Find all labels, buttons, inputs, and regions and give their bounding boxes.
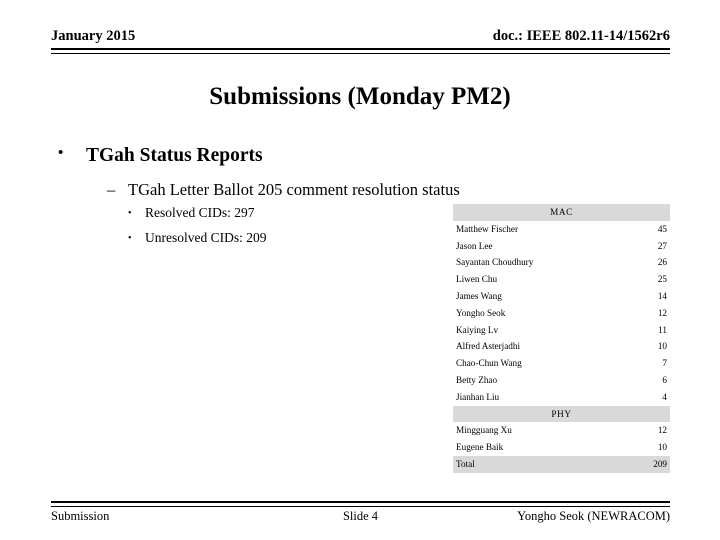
row-name: Alfred Asterjadhi [456, 341, 521, 352]
slide: January 2015 doc.: IEEE 802.11-14/1562r6… [0, 0, 720, 540]
row-name: Liwen Chu [456, 274, 498, 285]
table-row: Jianhan Liu 4 [453, 389, 670, 406]
row-value: 6 [662, 374, 667, 385]
row-value: 27 [657, 240, 667, 251]
table-row: Jason Lee 27 [453, 238, 670, 255]
footer-rule-thin [51, 505, 670, 507]
table-row: Chao-Chun Wang 7 [453, 355, 670, 372]
dash-marker-icon: – [107, 180, 116, 199]
table-row: Matthew Fischer 45 [453, 221, 670, 238]
table-row: Betty Zhao 6 [453, 372, 670, 389]
bullet-marker-icon: • [128, 208, 132, 220]
row-value: 11 [658, 324, 667, 335]
row-value: 10 [657, 341, 667, 352]
footer-author: Yongho Seok (NEWRACOM) [517, 509, 670, 523]
table-section-header-mac: MAC [453, 204, 670, 221]
total-value: 209 [628, 455, 670, 473]
table-row: Yongho Seok 12 [453, 305, 670, 322]
header-document-number: doc.: IEEE 802.11-14/1562r6 [492, 28, 670, 44]
row-value: 14 [657, 290, 667, 301]
table-body: MAC Matthew Fischer 45 Jason Lee 27 Saya… [453, 204, 670, 473]
slide-footer: Slide 4 Submission Yongho Seok (NEWRACOM… [51, 509, 670, 527]
section-label-mac: MAC [453, 204, 670, 221]
slide-header: January 2015 doc.: IEEE 802.11-14/1562r6 [51, 28, 670, 50]
row-name: Matthew Fischer [456, 223, 519, 234]
bullet-level2-label: TGah Letter Ballot 205 comment resolutio… [128, 180, 460, 199]
section-label-phy: PHY [453, 405, 670, 423]
bullet-level3-label: Resolved CIDs: 297 [145, 205, 255, 220]
row-value: 45 [657, 223, 667, 234]
row-value: 12 [657, 307, 667, 318]
header-rule-thin [51, 52, 670, 54]
table-row: Sayantan Choudhury 26 [453, 254, 670, 271]
row-name: Chao-Chun Wang [456, 358, 522, 369]
row-value: 12 [657, 425, 667, 436]
bullet-level3-unresolved-cids: • Unresolved CIDs: 209 [128, 230, 267, 246]
header-date: January 2015 [51, 28, 136, 44]
row-name: James Wang [456, 290, 502, 301]
row-name: Kaiying Lv [456, 324, 499, 335]
bullet-level3-resolved-cids: • Resolved CIDs: 297 [128, 205, 255, 221]
header-rule-thick [51, 48, 670, 50]
row-name: Jianhan Liu [456, 391, 500, 402]
row-value: 7 [662, 358, 667, 369]
table-row: Mingguang Xu 12 [453, 422, 670, 439]
row-name: Mingguang Xu [456, 425, 512, 436]
table-section-header-phy: PHY [453, 405, 670, 423]
bullet-level1-status-reports: • TGah Status Reports [58, 145, 263, 167]
row-name: Jason Lee [456, 240, 493, 251]
bullet-level3-label: Unresolved CIDs: 209 [145, 230, 267, 245]
footer-submission-label: Submission [51, 509, 110, 523]
bullet-level1-label: TGah Status Reports [86, 145, 263, 166]
table-row: Kaiying Lv 11 [453, 322, 670, 339]
row-value: 25 [657, 274, 667, 285]
row-value: 10 [657, 442, 667, 453]
table-row: Eugene Baik 10 [453, 439, 670, 456]
row-name: Betty Zhao [456, 374, 498, 385]
row-name: Eugene Baik [456, 442, 504, 453]
table-row-total: Total 209 [453, 455, 670, 473]
table-row: Alfred Asterjadhi 10 [453, 338, 670, 355]
bullet-level2-letter-ballot: – TGah Letter Ballot 205 comment resoluti… [107, 180, 460, 200]
row-name: Yongho Seok [456, 307, 506, 318]
page-title: Submissions (Monday PM2) [209, 83, 511, 110]
footer-rule-thick [51, 501, 670, 503]
comment-resolution-table: MAC Matthew Fischer 45 Jason Lee 27 Saya… [453, 204, 670, 473]
bullet-marker-icon: • [128, 233, 132, 245]
bullet-marker-icon: • [58, 145, 64, 161]
row-value: 26 [657, 257, 667, 268]
row-name: Sayantan Choudhury [456, 257, 534, 268]
table-row: James Wang 14 [453, 288, 670, 305]
row-value: 4 [662, 391, 667, 402]
table-row: Liwen Chu 25 [453, 271, 670, 288]
total-label: Total [453, 455, 629, 473]
